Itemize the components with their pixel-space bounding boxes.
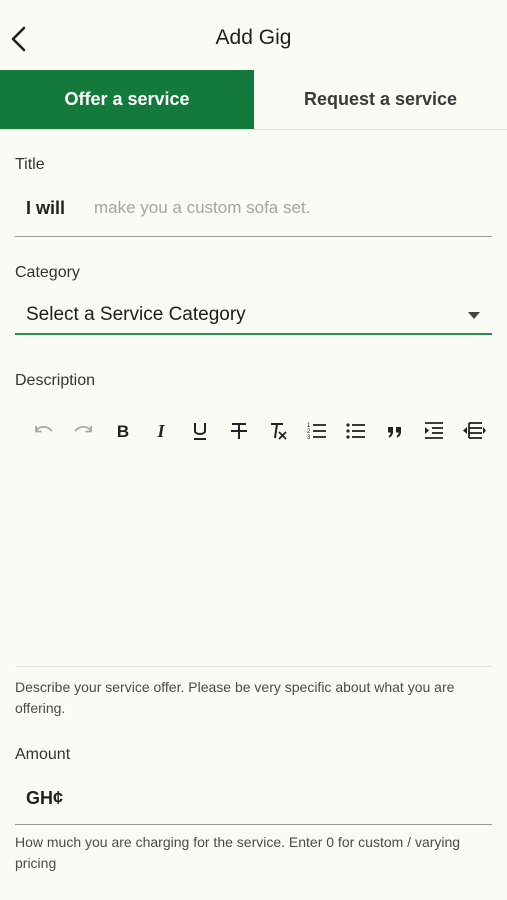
title-input[interactable] (94, 198, 484, 218)
bullet-list-icon (346, 423, 365, 439)
description-helper-text: Describe your service offer. Please be v… (15, 679, 455, 716)
tab-offer-service[interactable]: Offer a service (0, 70, 254, 129)
underline-icon (194, 423, 206, 440)
category-select[interactable]: Select a Service Category (15, 296, 492, 335)
currency-prefix: GH¢ (26, 788, 64, 808)
italic-icon: I (156, 421, 165, 441)
redo-icon (74, 425, 92, 433)
numbered-list-button[interactable]: 1 2 3 (303, 416, 331, 446)
bold-button[interactable]: B (109, 416, 137, 446)
description-editor[interactable] (15, 452, 492, 667)
category-label: Category (15, 264, 80, 281)
outdent-button[interactable] (460, 416, 488, 446)
indent-button[interactable] (420, 416, 448, 446)
amount-label: Amount (15, 746, 71, 763)
indent-icon (425, 422, 443, 439)
description-label: Description (15, 372, 96, 389)
bullet-list-button[interactable] (342, 416, 370, 446)
amount-input[interactable] (75, 788, 475, 809)
title-label: Title (15, 156, 45, 173)
tab-bar: Offer a service Request a service (0, 70, 507, 130)
undo-icon (35, 425, 53, 433)
tab-request-service[interactable]: Request a service (254, 70, 507, 129)
strikethrough-icon (231, 423, 247, 439)
underline-button[interactable] (186, 416, 214, 446)
svg-text:3: 3 (307, 435, 311, 441)
quote-icon (388, 427, 401, 438)
header: Add Gig (0, 0, 507, 70)
amount-field: GH¢ (15, 777, 492, 825)
numbered-list-icon: 1 2 3 (307, 423, 326, 441)
svg-text:I: I (156, 421, 165, 441)
rich-text-toolbar: B I 1 2 3 (24, 416, 494, 446)
clear-format-button[interactable] (264, 416, 292, 446)
page-title: Add Gig (215, 26, 292, 49)
quote-button[interactable] (381, 416, 409, 446)
undo-button[interactable] (30, 416, 58, 446)
outdent-icon (463, 422, 486, 439)
svg-text:B: B (117, 422, 129, 441)
amount-helper-text: How much you are charging for the servic… (15, 834, 461, 871)
caret-down-icon (468, 312, 480, 319)
redo-button[interactable] (69, 416, 97, 446)
clear-format-icon (271, 423, 287, 440)
bold-icon: B (117, 422, 129, 441)
title-prefix: I will (26, 198, 66, 218)
strikethrough-button[interactable] (225, 416, 253, 446)
category-selected-value: Select a Service Category (26, 304, 246, 325)
italic-button[interactable]: I (147, 416, 175, 446)
title-field: I will (15, 188, 492, 237)
